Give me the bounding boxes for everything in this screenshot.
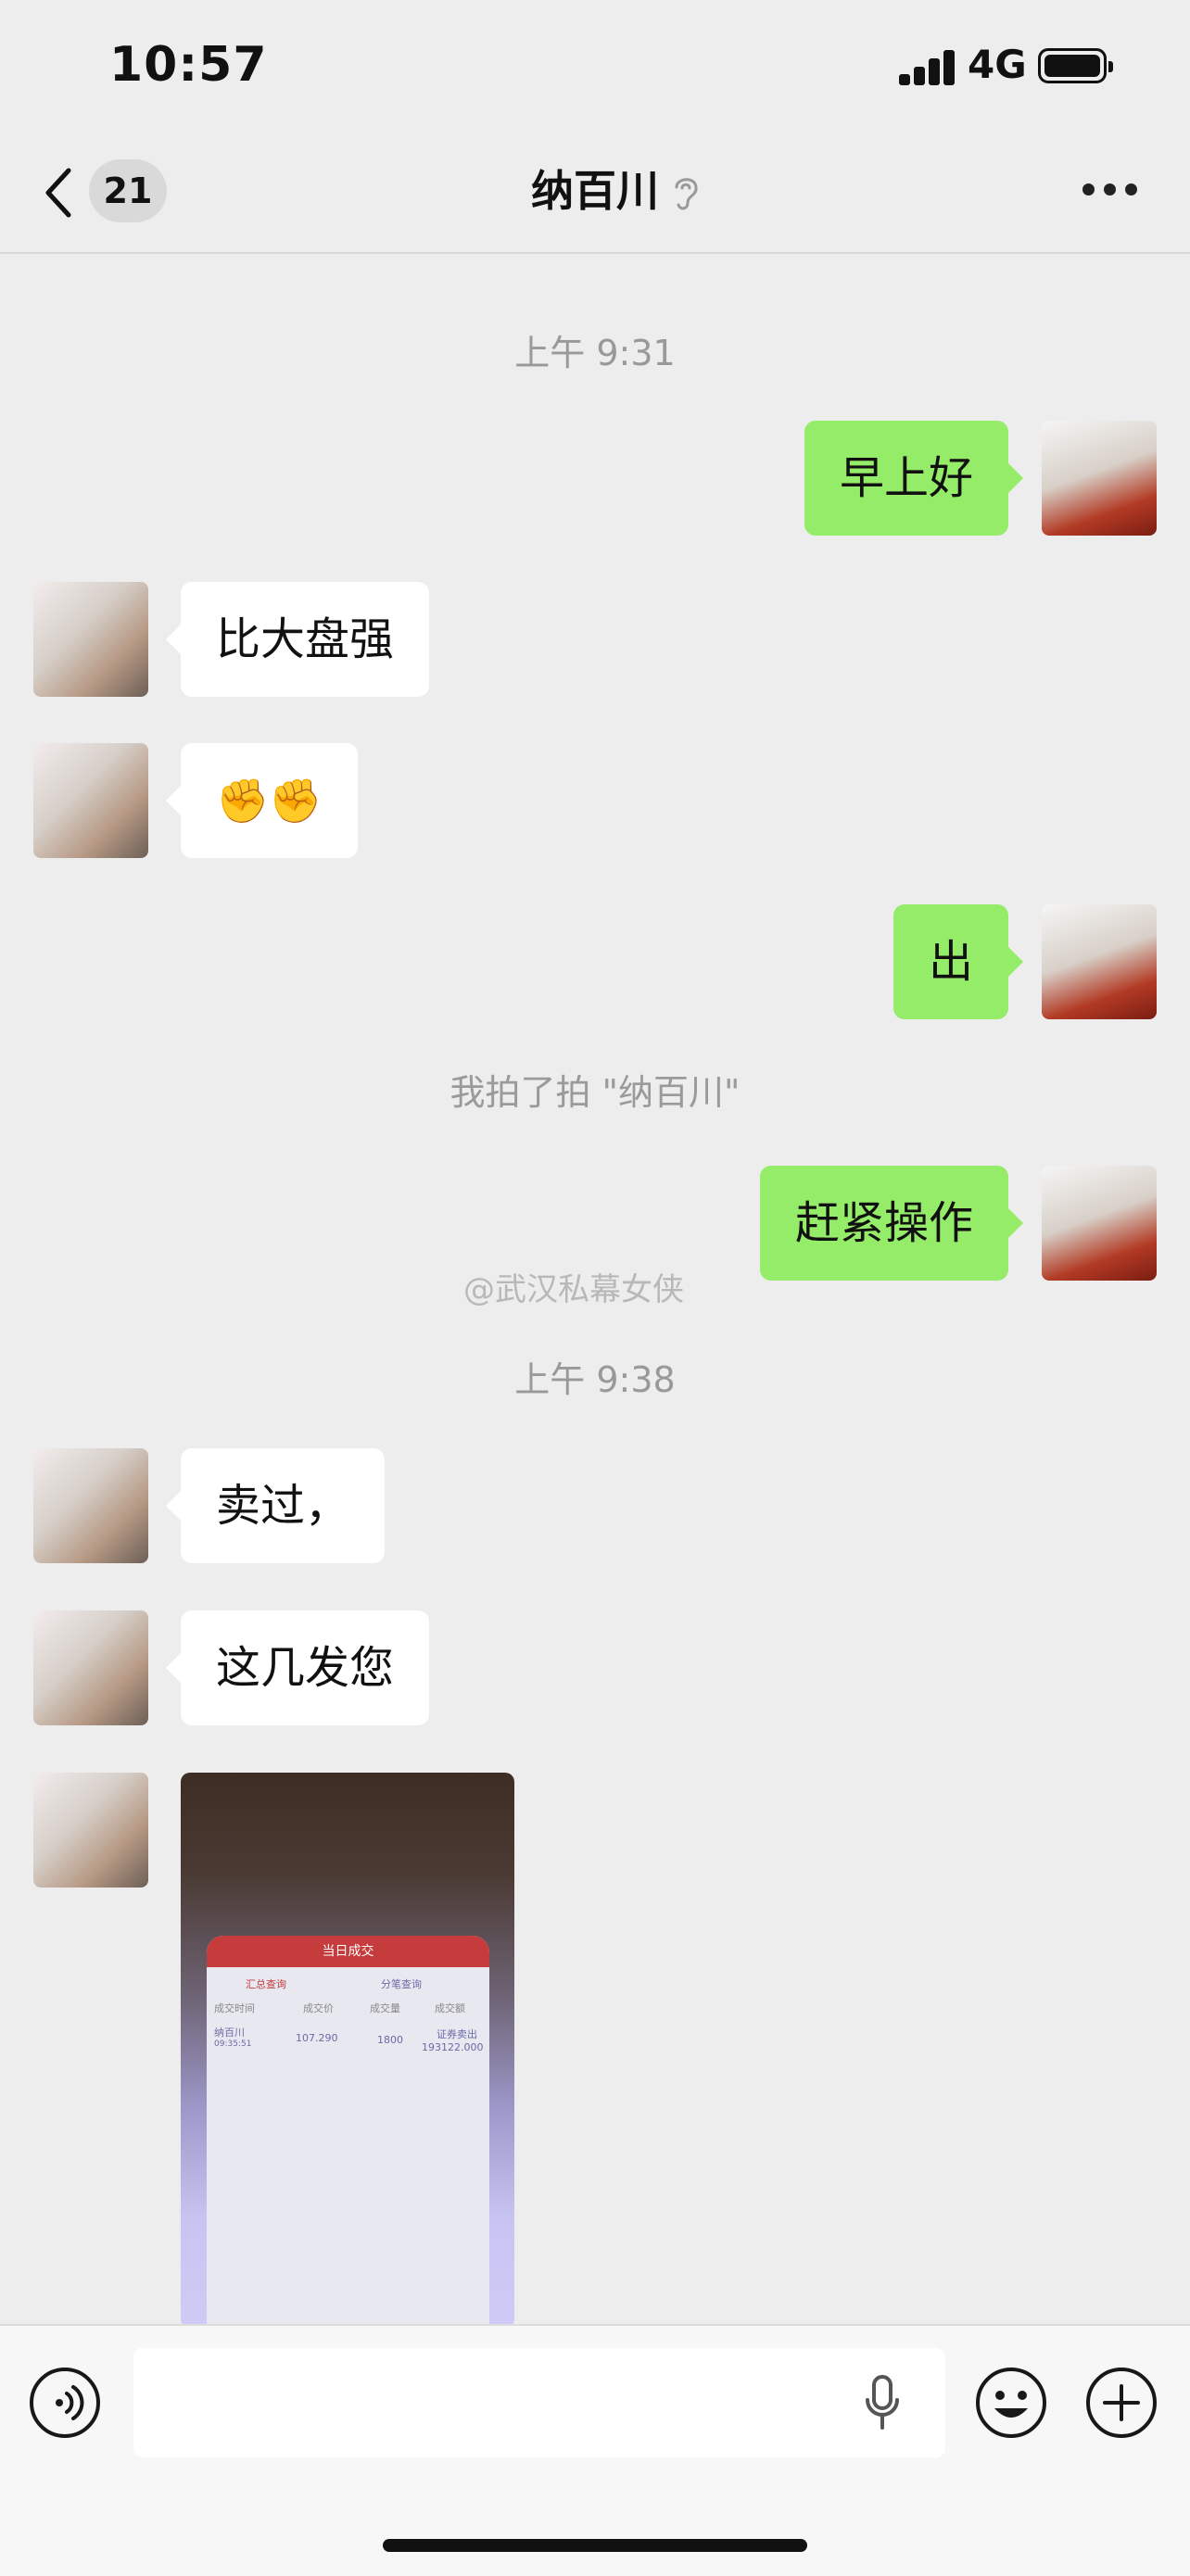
received-message[interactable]: 这几发您 <box>165 1610 430 1725</box>
watermark: @武汉私幕女侠 <box>463 1271 684 1308</box>
plus-circle-icon[interactable] <box>1084 2366 1158 2440</box>
contact-avatar[interactable] <box>33 1448 148 1563</box>
signal-icon <box>899 48 956 85</box>
timestamp: 上午 9:38 <box>514 1359 676 1400</box>
contact-avatar[interactable] <box>33 582 148 697</box>
network-type: 4G <box>968 42 1027 87</box>
voice-input-icon[interactable] <box>30 2368 100 2438</box>
received-message[interactable]: 比大盘强 <box>165 582 430 697</box>
ear-icon <box>669 170 703 213</box>
my-avatar[interactable] <box>1042 421 1157 536</box>
received-message[interactable]: 卖过， <box>165 1448 386 1563</box>
chat-title: 纳百川 <box>531 166 659 216</box>
contact-avatar[interactable] <box>33 743 148 858</box>
more-dots-icon[interactable] <box>1082 183 1138 198</box>
home-indicator[interactable] <box>383 2539 807 2552</box>
contact-avatar[interactable] <box>33 1610 148 1725</box>
received-message[interactable]: ✊✊ <box>166 743 358 858</box>
my-avatar[interactable] <box>1042 1166 1157 1281</box>
photo-phone-screen: 当日成交 汇总查询 分笔查询 成交时间 成交价 成交量 成交额 纳百川 09:3… <box>207 1936 489 2329</box>
received-image[interactable]: 当日成交 汇总查询 分笔查询 成交时间 成交价 成交量 成交额 纳百川 09:3… <box>181 1773 514 2329</box>
message-input[interactable] <box>133 2348 945 2457</box>
sent-message[interactable]: 出 <box>892 904 1024 1019</box>
battery-icon <box>1038 48 1113 83</box>
contact-avatar[interactable] <box>33 1773 148 1888</box>
sent-message[interactable]: 赶紧操作 <box>759 1166 1024 1281</box>
microphone-icon[interactable] <box>864 2374 901 2433</box>
photo-header: 当日成交 <box>207 1936 489 1967</box>
emoji-icon[interactable] <box>974 2366 1048 2440</box>
my-avatar[interactable] <box>1042 904 1157 1019</box>
sent-message[interactable]: 早上好 <box>804 421 1024 536</box>
timestamp: 上午 9:31 <box>514 333 676 373</box>
status-time: 10:57 <box>109 37 268 93</box>
system-notice: 我拍了拍 "纳百川" <box>449 1072 741 1113</box>
